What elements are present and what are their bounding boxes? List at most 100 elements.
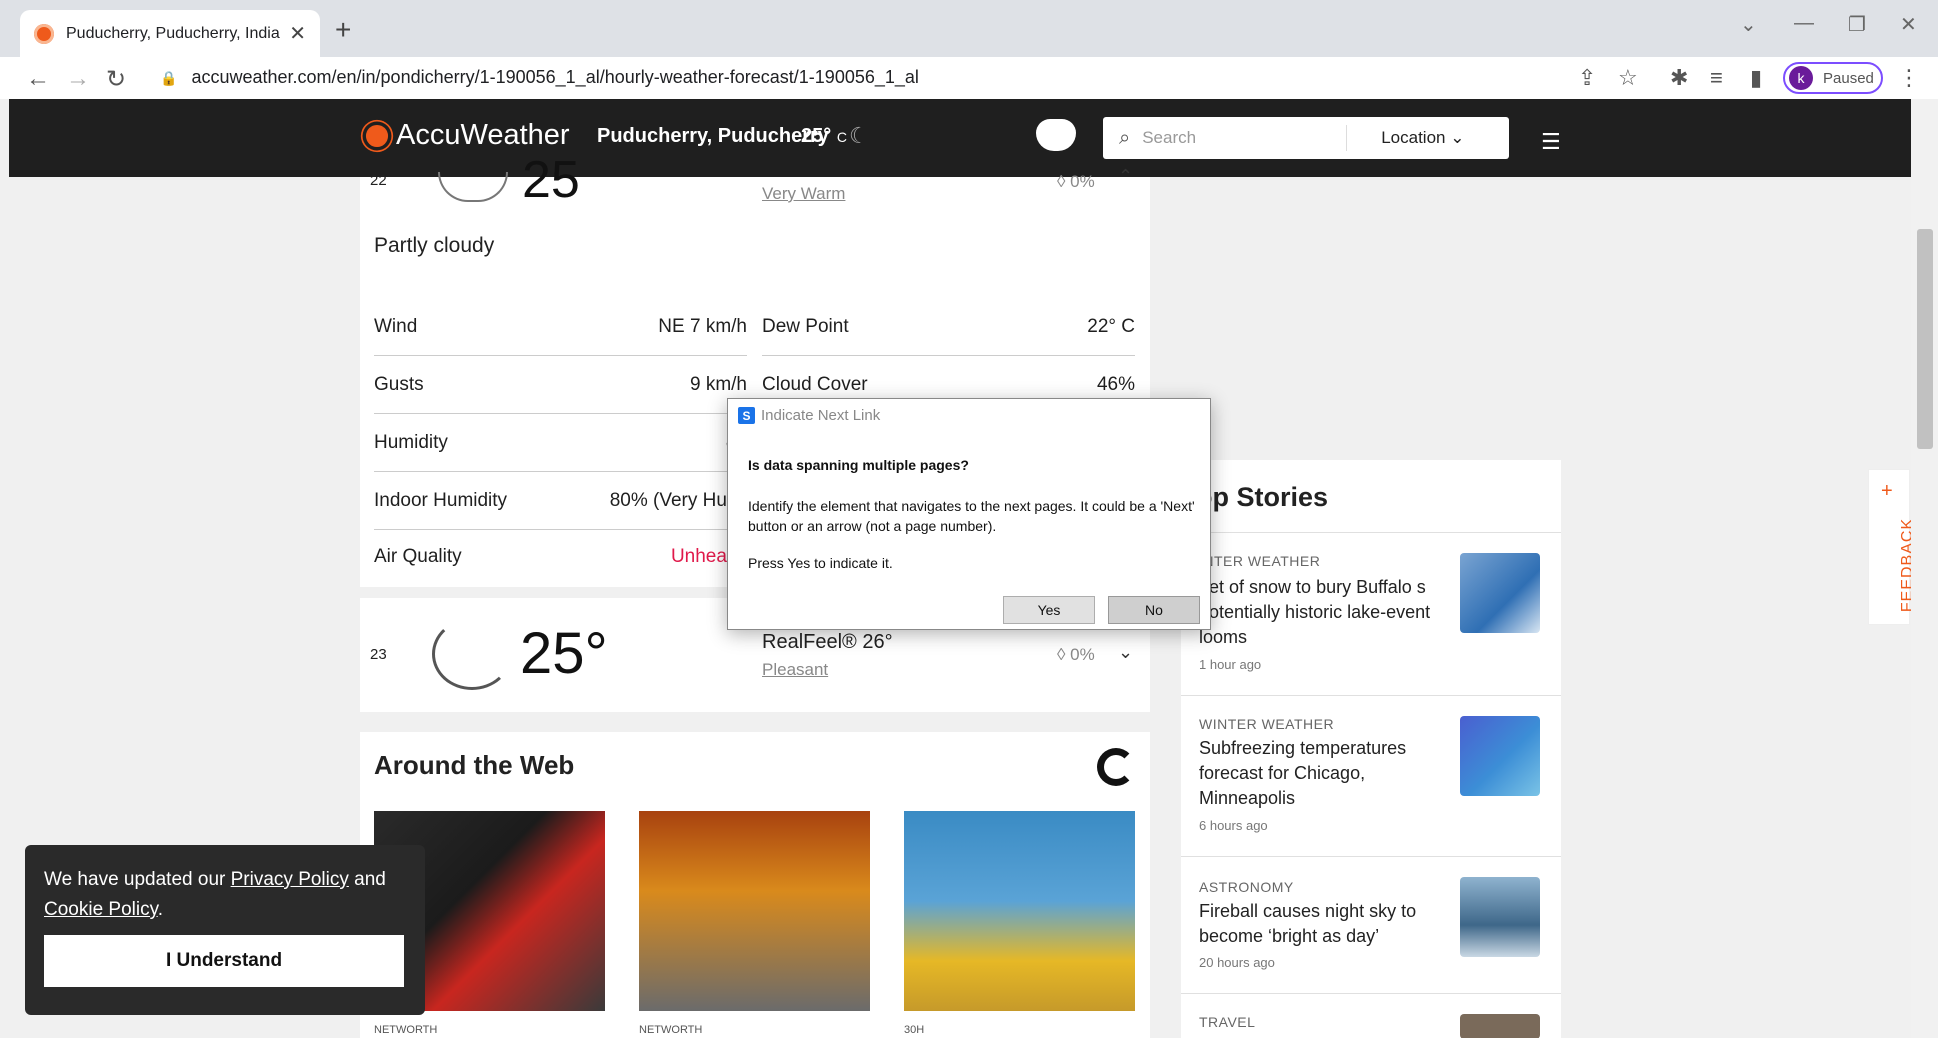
- plus-icon: +: [1881, 480, 1893, 502]
- story-thumbnail: [1460, 1014, 1540, 1038]
- detail-label: Dew Point: [762, 315, 849, 337]
- cookie-period: .: [157, 899, 163, 920]
- feel-desc: Pleasant: [762, 660, 829, 679]
- side-panel-icon[interactable]: ▮: [1750, 65, 1762, 91]
- drop-icon: ◊: [1057, 172, 1066, 191]
- close-window-icon[interactable]: ✕: [1900, 12, 1917, 37]
- story-thumbnail: [1460, 877, 1540, 957]
- tab-title: Puducherry, Puducherry, India Ho: [66, 24, 282, 42]
- yes-button[interactable]: Yes: [1003, 596, 1095, 624]
- collapse-chevron-icon[interactable]: ⌃: [1118, 166, 1133, 187]
- app-logo-icon: S: [738, 407, 755, 424]
- story-item[interactable]: INTER WEATHER eet of snow to bury Buffal…: [1181, 532, 1561, 695]
- moon-cloud-icon: [432, 618, 512, 690]
- reload-icon[interactable]: ↻: [106, 65, 126, 94]
- dialog-instruction: Press Yes to indicate it.: [748, 555, 893, 571]
- precip-value: ◊ 0%: [1057, 172, 1095, 192]
- share-icon[interactable]: ⇪: [1578, 65, 1596, 91]
- close-tab-icon[interactable]: ✕: [289, 21, 306, 46]
- sponsored-image[interactable]: [904, 811, 1135, 1011]
- bookmark-star-icon[interactable]: ☆: [1618, 65, 1638, 91]
- extensions-icon[interactable]: ✱: [1670, 65, 1688, 91]
- header-temp[interactable]: 25° C: [801, 125, 847, 148]
- detail-label: Air Quality: [374, 546, 462, 567]
- story-item[interactable]: TRAVEL: [1181, 993, 1561, 1038]
- browser-tab[interactable]: Puducherry, Puducherry, India Ho ✕: [20, 10, 320, 57]
- tab-search-icon[interactable]: ⌄: [1740, 12, 1757, 37]
- detail-row-wind: Wind NE 7 km/h: [374, 298, 747, 356]
- gamepad-icon[interactable]: [1036, 119, 1076, 151]
- condition-text: Partly cloudy: [374, 234, 495, 257]
- location-label: Location: [1381, 128, 1446, 147]
- dialog-question: Is data spanning multiple pages?: [748, 457, 969, 473]
- story-category: WINTER WEATHER: [1199, 716, 1335, 732]
- hour-temp: 25: [522, 151, 580, 209]
- search-bar[interactable]: ⌕ Search Location ⌄: [1103, 117, 1509, 159]
- restore-icon[interactable]: ❐: [1848, 12, 1866, 37]
- i-understand-button[interactable]: I Understand: [44, 935, 404, 987]
- media-icon[interactable]: ≡: [1710, 65, 1723, 91]
- precip-value-text: 0%: [1070, 645, 1095, 664]
- scrollbar-thumb[interactable]: [1917, 229, 1933, 449]
- sponsored-image[interactable]: [639, 811, 870, 1011]
- feedback-tab[interactable]: + FEEDBACK: [1868, 469, 1916, 625]
- header-location[interactable]: Puducherry, Puducherry: [597, 125, 829, 148]
- header-temp-unit: C: [836, 129, 847, 145]
- expand-chevron-icon[interactable]: ⌄: [1118, 642, 1133, 663]
- realfeel: RealFeel® 26°: [762, 631, 893, 653]
- detail-label: Cloud Cover: [762, 373, 868, 395]
- forward-icon[interactable]: →: [66, 65, 90, 93]
- story-item[interactable]: ASTRONOMY Fireball causes night sky to b…: [1181, 856, 1561, 993]
- sponsored-caption: NETWORTH: [374, 1024, 438, 1036]
- browser-toolbar: ← → ↻ 🔒 accuweather.com/en/in/pondicherry…: [0, 57, 1938, 99]
- detail-value: 22° C: [1087, 315, 1135, 337]
- search-input[interactable]: Search: [1142, 128, 1342, 148]
- detail-row-air-quality: Air Quality Unhealth: [374, 528, 747, 586]
- precip-value-text: 0%: [1070, 172, 1095, 191]
- logo-text: AccuWeather: [396, 119, 570, 151]
- page-scrollbar[interactable]: [1911, 99, 1938, 1038]
- story-category: INTER WEATHER: [1199, 553, 1321, 569]
- story-time: 1 hour ago: [1199, 657, 1262, 672]
- detail-label: Humidity: [374, 431, 448, 453]
- detail-row-dew-point: Dew Point 22° C: [762, 298, 1135, 356]
- accuweather-logo[interactable]: AccuWeather: [364, 119, 570, 152]
- new-tab-icon[interactable]: +: [335, 14, 351, 46]
- lock-icon: 🔒: [160, 70, 178, 86]
- chrome-menu-icon[interactable]: ⋮: [1898, 65, 1920, 91]
- sun-logo-icon: [365, 124, 389, 147]
- sponsored-caption: 30H: [904, 1024, 925, 1036]
- story-time: 20 hours ago: [1199, 955, 1275, 970]
- sponsored-caption: NETWORTH: [639, 1024, 703, 1036]
- dialog-body: Identify the element that navigates to t…: [748, 498, 1195, 534]
- hour-label: 22: [370, 172, 387, 189]
- story-category: TRAVEL: [1199, 1014, 1256, 1030]
- location-dropdown[interactable]: Location ⌄: [1381, 128, 1464, 148]
- profile-status: Paused: [1823, 69, 1874, 87]
- accuweather-favicon-icon: [34, 23, 54, 44]
- avatar: k: [1789, 66, 1813, 90]
- detail-row-indoor-humidity: Indoor Humidity 80% (Very Humi: [374, 472, 747, 530]
- detail-value: NE 7 km/h: [658, 315, 747, 337]
- no-button[interactable]: No: [1108, 596, 1200, 624]
- url-text: accuweather.com/en/in/pondicherry/1-1900…: [191, 67, 919, 87]
- chevron-down-icon: ⌄: [1450, 128, 1465, 147]
- story-category: ASTRONOMY: [1199, 879, 1294, 895]
- sponsor-logo-icon[interactable]: [1097, 748, 1135, 786]
- story-headline: Fireball causes night sky to become ‘bri…: [1199, 901, 1417, 946]
- header-temp-value: 25°: [801, 125, 832, 147]
- minimize-icon[interactable]: —: [1794, 12, 1814, 35]
- story-time: 6 hours ago: [1199, 818, 1268, 833]
- hamburger-menu-icon[interactable]: ☰: [1541, 129, 1561, 155]
- moon-cloud-icon: ☾: [849, 123, 869, 148]
- browser-tab-bar: Puducherry, Puducherry, India Ho ✕ + ⌄ —…: [0, 0, 1938, 57]
- privacy-policy-link[interactable]: Privacy Policy: [231, 869, 349, 890]
- profile-button[interactable]: k Paused: [1783, 62, 1883, 94]
- address-bar[interactable]: 🔒 accuweather.com/en/in/pondicherry/1-190…: [160, 67, 919, 88]
- story-item[interactable]: WINTER WEATHER Subfreezing temperatures …: [1181, 695, 1561, 856]
- drop-icon: ◊: [1057, 645, 1066, 664]
- cookie-policy-link[interactable]: Cookie Policy: [44, 899, 158, 920]
- around-web-title: Around the Web: [374, 750, 575, 780]
- back-icon[interactable]: ←: [26, 65, 50, 93]
- hour-temp: 25°: [520, 621, 608, 686]
